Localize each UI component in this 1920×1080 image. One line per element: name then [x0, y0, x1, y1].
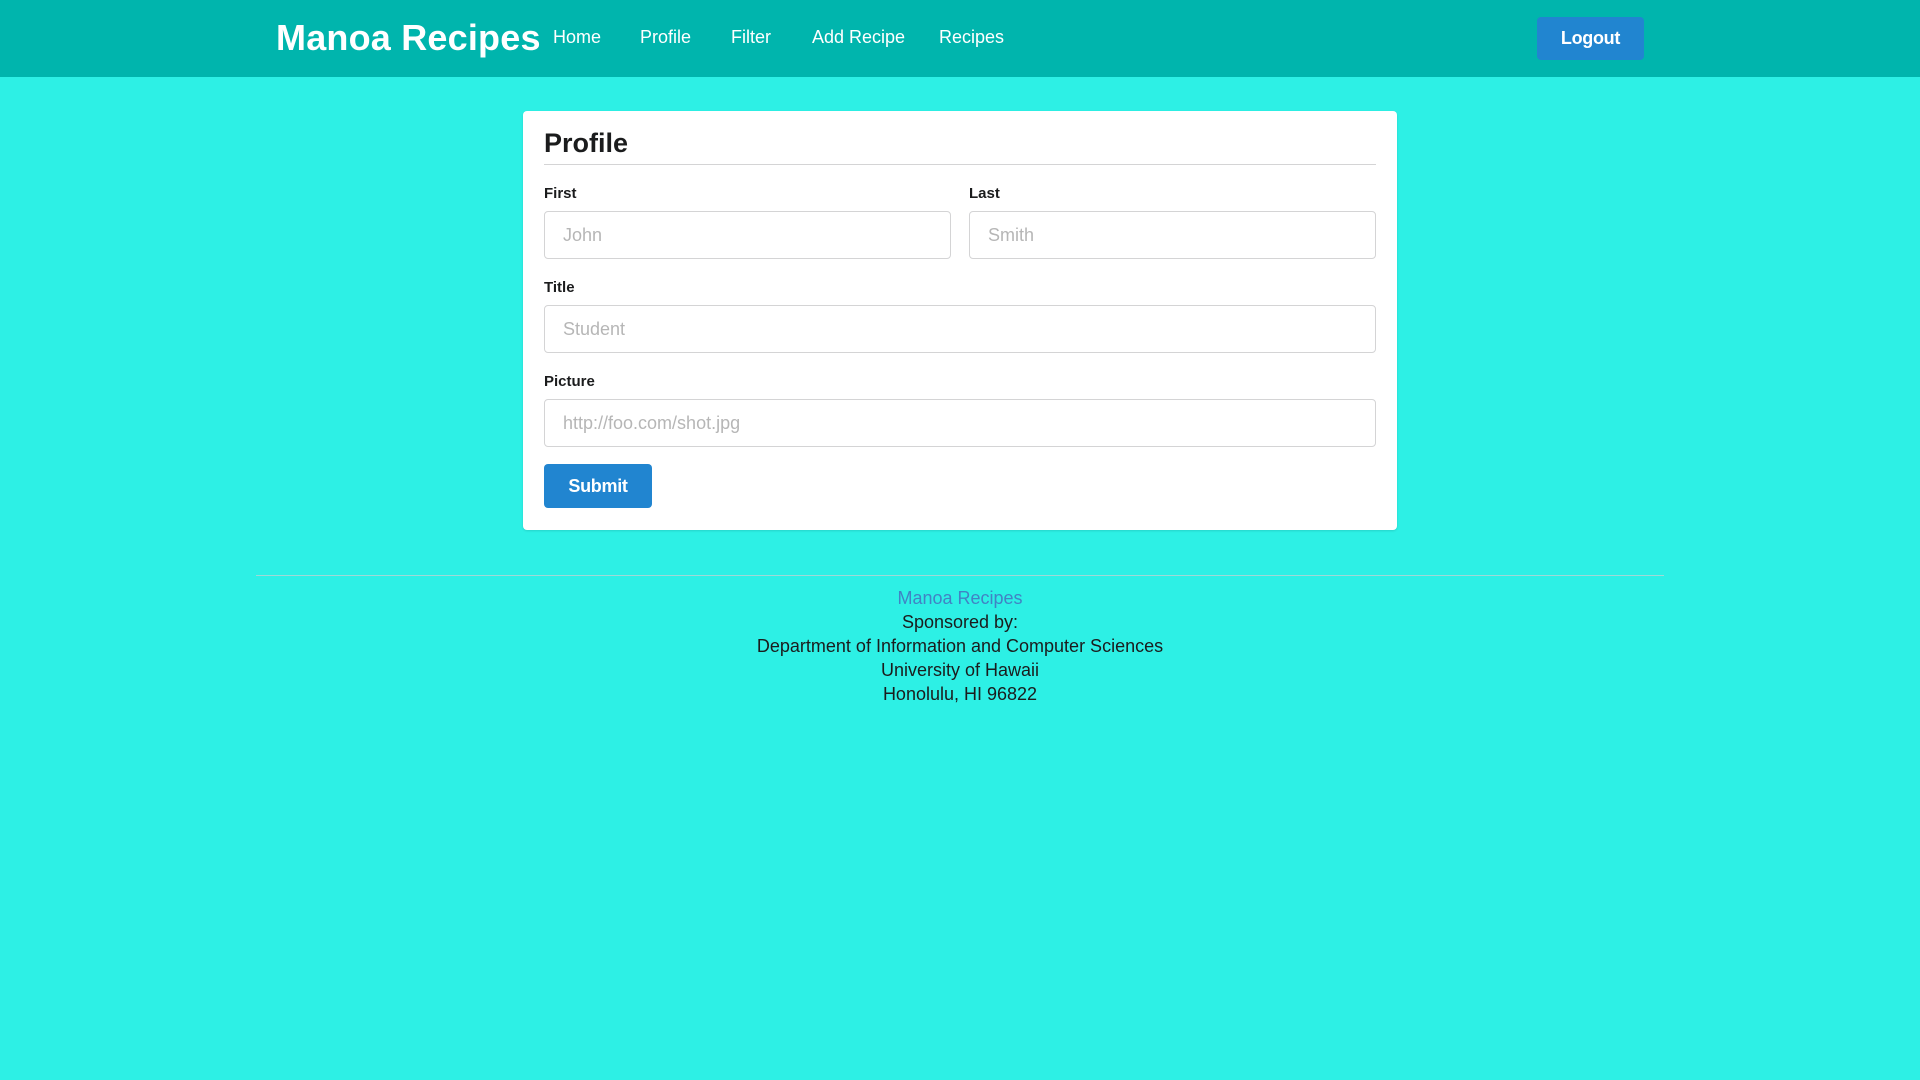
last-name-input[interactable] — [969, 211, 1376, 259]
logout-button[interactable]: Logout — [1537, 17, 1644, 60]
title-label: Title — [544, 279, 575, 296]
nav-add-recipe[interactable]: Add Recipe — [812, 27, 905, 48]
title-divider — [544, 164, 1376, 165]
submit-button[interactable]: Submit — [544, 464, 652, 508]
picture-label: Picture — [544, 373, 595, 390]
first-name-input[interactable] — [544, 211, 951, 259]
profile-form-card: Profile First Last Title Picture Submit — [523, 111, 1397, 530]
first-name-label: First — [544, 185, 577, 202]
footer-divider — [256, 575, 1664, 576]
footer-department: Department of Information and Computer S… — [756, 636, 1164, 656]
nav-home[interactable]: Home — [553, 27, 601, 48]
title-input[interactable] — [544, 305, 1376, 353]
top-menu-bar: Manoa Recipes Home Profile Filter Add Re… — [0, 0, 1920, 77]
footer: Manoa Recipes Sponsored by: Department o… — [0, 586, 1920, 706]
last-name-label: Last — [969, 185, 1000, 202]
nav-recipes[interactable]: Recipes — [939, 27, 1004, 48]
nav-profile[interactable]: Profile — [640, 27, 691, 48]
form-title: Profile — [544, 128, 629, 158]
footer-address: Honolulu, HI 96822 — [882, 684, 1038, 704]
footer-brand-link[interactable]: Manoa Recipes — [897, 588, 1022, 608]
footer-sponsored: Sponsored by: — [901, 612, 1019, 632]
footer-university: University of Hawaii — [880, 660, 1040, 680]
nav-filter[interactable]: Filter — [731, 27, 771, 48]
picture-url-input[interactable] — [544, 399, 1376, 447]
brand-link[interactable]: Manoa Recipes — [276, 17, 541, 59]
